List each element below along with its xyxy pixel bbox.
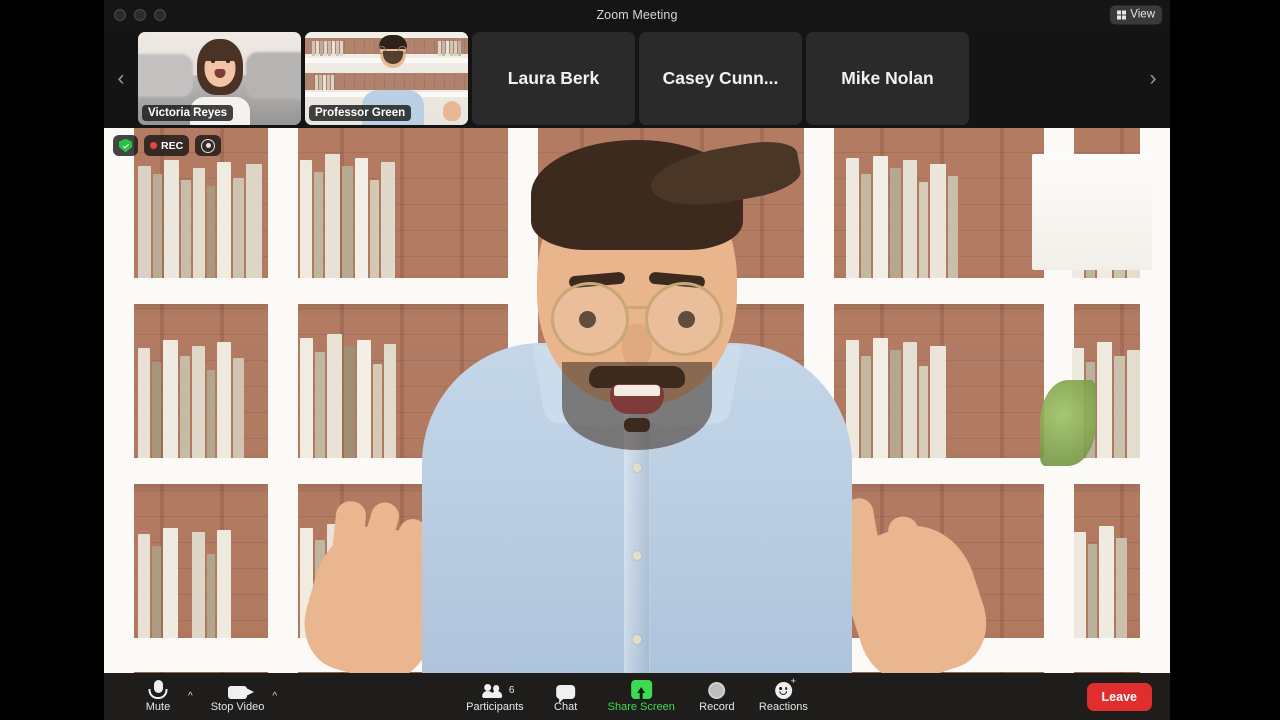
chat-button[interactable]: Chat bbox=[534, 674, 598, 719]
record-circle-icon bbox=[708, 680, 725, 699]
reactions-button[interactable]: + Reactions bbox=[749, 674, 818, 719]
encryption-shield-badge[interactable] bbox=[113, 135, 138, 156]
thumbnail-name-label: Mike Nolan bbox=[806, 32, 969, 125]
leave-button[interactable]: Leave bbox=[1087, 683, 1152, 711]
toolbar-center-group: 6 Participants Chat Share Screen Record bbox=[456, 674, 818, 719]
stop-video-label: Stop Video bbox=[211, 702, 265, 713]
eyeglasses-right bbox=[645, 282, 723, 356]
thumbnail-mike-nolan[interactable]: Mike Nolan bbox=[806, 32, 969, 125]
reactions-label: Reactions bbox=[759, 702, 808, 713]
chevron-right-icon[interactable]: › bbox=[1136, 68, 1170, 89]
grid-layout-icon bbox=[1117, 10, 1126, 19]
title-bar: Zoom Meeting View bbox=[104, 0, 1170, 29]
thumbnail-list: Victoria Reyes bbox=[138, 32, 1136, 125]
thumbnail-professor-green[interactable]: Professor Green bbox=[305, 32, 468, 125]
share-screen-label: Share Screen bbox=[608, 702, 675, 713]
meeting-status-badges: REC bbox=[113, 135, 221, 156]
window-title: Zoom Meeting bbox=[104, 8, 1170, 22]
main-video-stage: REC bbox=[104, 128, 1170, 673]
share-screen-button[interactable]: Share Screen bbox=[598, 674, 685, 719]
share-screen-icon bbox=[631, 680, 652, 699]
people-icon: 6 bbox=[483, 680, 507, 699]
zoom-meeting-window: Zoom Meeting View ‹ Victoria Reyes bbox=[104, 0, 1170, 720]
chat-bubble-icon bbox=[556, 680, 575, 699]
participants-label: Participants bbox=[466, 702, 523, 713]
thumbnail-casey-cunningham[interactable]: Casey Cunn... bbox=[639, 32, 802, 125]
camera-icon bbox=[228, 680, 247, 699]
thumbnail-name-label: Casey Cunn... bbox=[639, 32, 802, 125]
shield-check-icon bbox=[119, 139, 132, 153]
thumbnail-name-label: Victoria Reyes bbox=[142, 105, 233, 121]
chevron-left-icon[interactable]: ‹ bbox=[104, 68, 138, 89]
toolbar-left-group: Mute ^ Stop Video ^ bbox=[104, 674, 285, 719]
participants-count: 6 bbox=[509, 685, 515, 696]
record-dot-icon bbox=[150, 142, 157, 149]
active-speaker-video bbox=[104, 128, 1170, 673]
recording-label: REC bbox=[161, 140, 183, 152]
recording-indicator-badge[interactable]: REC bbox=[144, 135, 189, 156]
view-button[interactable]: View bbox=[1110, 5, 1162, 24]
mute-button[interactable]: Mute bbox=[126, 674, 190, 719]
thumbnail-victoria-reyes[interactable]: Victoria Reyes bbox=[138, 32, 301, 125]
mute-label: Mute bbox=[146, 702, 170, 713]
thumbnail-laura-berk[interactable]: Laura Berk bbox=[472, 32, 635, 125]
participant-filmstrip: ‹ Victoria Reyes bbox=[104, 29, 1170, 128]
participants-button[interactable]: 6 Participants bbox=[456, 674, 533, 719]
smiley-plus-icon: + bbox=[775, 680, 792, 699]
ring-target-icon bbox=[201, 139, 215, 153]
meeting-toolbar: Mute ^ Stop Video ^ 6 Participants bbox=[104, 673, 1170, 720]
stop-video-button[interactable]: Stop Video bbox=[201, 674, 275, 719]
record-button[interactable]: Record bbox=[685, 674, 749, 719]
thumbnail-name-label: Laura Berk bbox=[472, 32, 635, 125]
toolbar-right-group: Leave bbox=[1087, 683, 1152, 711]
chat-label: Chat bbox=[554, 702, 577, 713]
thumbnail-name-label: Professor Green bbox=[309, 105, 411, 121]
record-label: Record bbox=[699, 702, 734, 713]
microphone-icon bbox=[150, 680, 167, 699]
speaker-figure bbox=[357, 128, 917, 673]
view-button-label: View bbox=[1130, 9, 1155, 21]
video-settings-badge[interactable] bbox=[195, 135, 221, 156]
eyeglasses-left bbox=[551, 282, 629, 356]
